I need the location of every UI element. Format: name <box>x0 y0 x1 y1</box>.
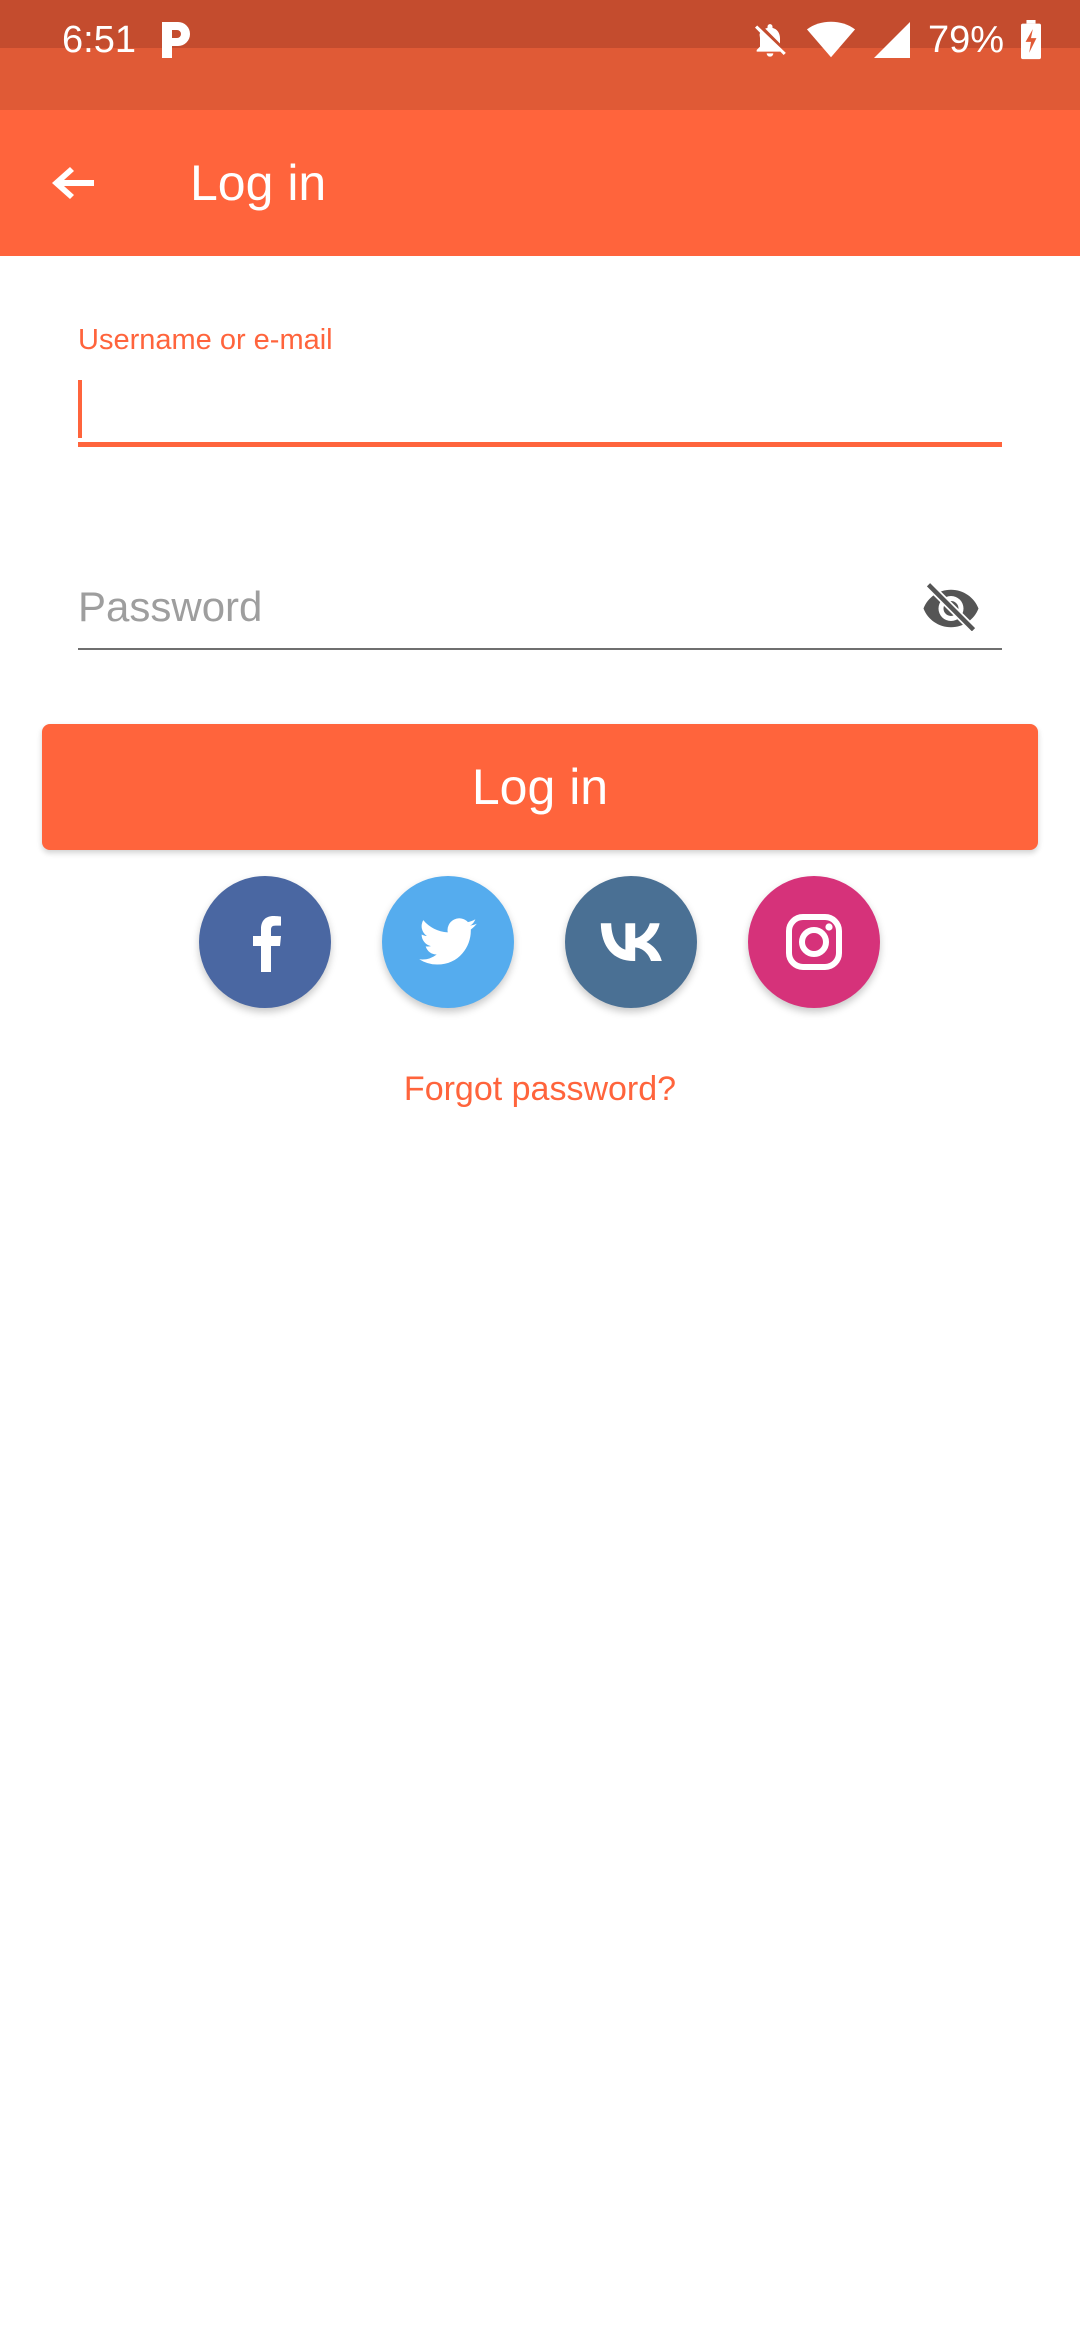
username-input[interactable] <box>78 376 1002 442</box>
text-caret <box>78 380 82 438</box>
vk-icon <box>600 923 662 961</box>
username-field[interactable]: Username or e-mail <box>78 320 1002 447</box>
facebook-login-button[interactable] <box>199 876 331 1008</box>
social-login-row <box>0 876 1080 1008</box>
forgot-password-link[interactable]: Forgot password? <box>0 1064 1080 1114</box>
battery-percent: 79% <box>927 19 1004 61</box>
battery-charging-icon <box>1021 20 1041 60</box>
password-underline <box>78 648 1002 650</box>
status-time: 6:51 <box>62 19 136 61</box>
back-button[interactable] <box>30 143 116 223</box>
username-label: Username or e-mail <box>78 324 333 356</box>
app-bar: Log in <box>0 110 1080 256</box>
status-bar: 6:51 79% <box>0 0 1080 110</box>
bell-off-icon <box>754 24 786 57</box>
password-input[interactable] <box>78 570 918 644</box>
username-underline <box>78 442 1002 447</box>
instagram-login-button[interactable] <box>748 876 880 1008</box>
twitter-login-button[interactable] <box>382 876 514 1008</box>
login-button[interactable]: Log in <box>42 724 1038 850</box>
signal-icon <box>873 22 910 58</box>
arrow-left-icon <box>52 167 94 199</box>
vk-login-button[interactable] <box>565 876 697 1008</box>
status-icons: 79% <box>750 14 1042 66</box>
password-field[interactable] <box>78 570 1002 652</box>
password-visibility-toggle[interactable] <box>918 576 984 636</box>
page-title: Log in <box>190 155 327 211</box>
instagram-icon <box>786 914 842 970</box>
wifi-icon <box>806 21 855 58</box>
twitter-icon <box>419 918 477 965</box>
eye-off-icon <box>923 581 979 631</box>
facebook-icon <box>253 916 281 972</box>
p-app-icon <box>162 22 190 58</box>
